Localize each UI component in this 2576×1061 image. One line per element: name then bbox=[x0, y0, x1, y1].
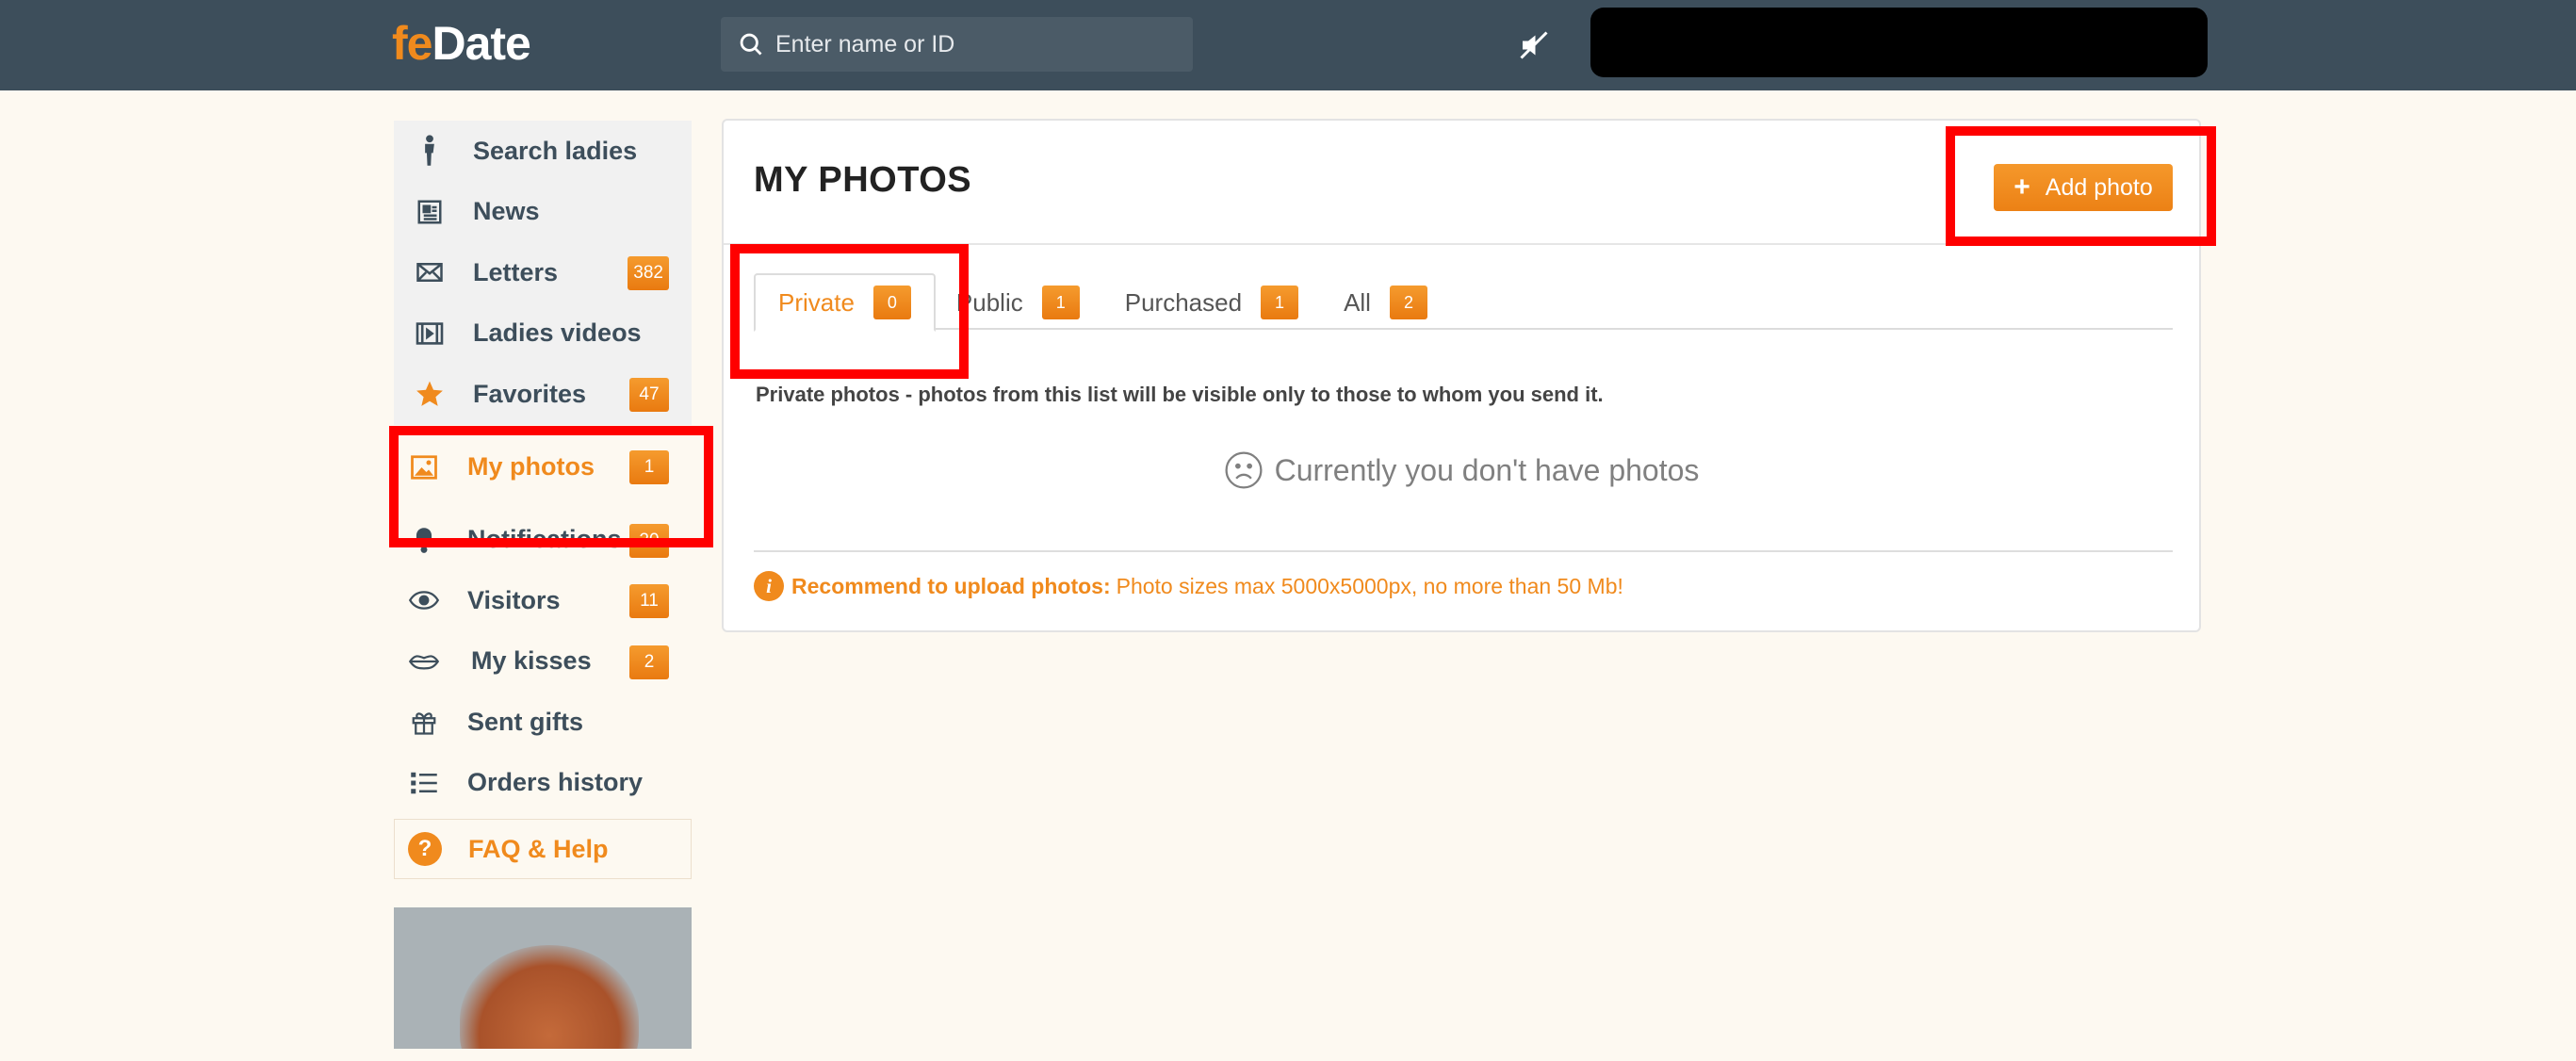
tab-private[interactable]: Private 0 bbox=[754, 273, 936, 332]
kisses-count-badge: 2 bbox=[629, 645, 669, 679]
sidebar-item-label: Visitors bbox=[467, 585, 561, 614]
tab-count-badge: 1 bbox=[1261, 286, 1299, 319]
bell-icon bbox=[407, 523, 441, 557]
header-divider bbox=[724, 243, 2199, 245]
tab-purchased[interactable]: Purchased 1 bbox=[1102, 273, 1321, 332]
sidebar-item-sent-gifts[interactable]: Sent gifts bbox=[394, 692, 692, 753]
image-icon bbox=[407, 450, 441, 484]
sidebar-item-search-ladies[interactable]: Search ladies bbox=[394, 121, 692, 182]
sidebar-item-news[interactable]: News bbox=[394, 182, 692, 243]
lips-icon bbox=[407, 645, 441, 678]
sidebar-item-visitors[interactable]: Visitors 11 bbox=[394, 570, 692, 631]
tab-label: All bbox=[1344, 287, 1371, 317]
upload-recommendation: i Recommend to upload photos: Photo size… bbox=[754, 571, 1623, 601]
tab-label: Public bbox=[955, 287, 1023, 317]
add-photo-button[interactable]: + Add photo bbox=[1994, 164, 2173, 211]
notifications-count-badge: 20 bbox=[629, 523, 669, 558]
sidebar-item-label: Favorites bbox=[473, 379, 587, 408]
tab-label: Private bbox=[778, 287, 855, 317]
sidebar-item-my-kisses[interactable]: My kisses 2 bbox=[394, 631, 692, 693]
sidebar-item-label: Letters bbox=[473, 257, 559, 286]
gift-icon bbox=[407, 705, 441, 739]
sidebar-item-label: Ladies videos bbox=[473, 318, 642, 348]
newspaper-icon bbox=[413, 195, 447, 229]
search-box[interactable] bbox=[721, 17, 1193, 72]
search-icon bbox=[740, 33, 762, 56]
promo-photo-hair bbox=[460, 945, 639, 1049]
person-icon bbox=[413, 134, 447, 168]
account-area-redacted bbox=[1590, 8, 2208, 77]
list-icon bbox=[407, 766, 441, 800]
info-icon: i bbox=[754, 571, 784, 601]
sidebar-item-label: Sent gifts bbox=[467, 707, 584, 736]
faq-help-label: FAQ & Help bbox=[468, 834, 609, 863]
fedate-logo[interactable]: feDate bbox=[392, 15, 531, 72]
promo-lady-photo[interactable] bbox=[394, 907, 692, 1049]
visitors-count-badge: 11 bbox=[629, 584, 669, 618]
sidebar-item-label: News bbox=[473, 197, 540, 226]
search-input[interactable] bbox=[775, 30, 1171, 58]
envelope-icon bbox=[413, 255, 447, 289]
sidebar-item-label: Search ladies bbox=[473, 136, 638, 165]
logo-date: Date bbox=[432, 17, 530, 70]
recommend-text: Photo sizes max 5000x5000px, no more tha… bbox=[1116, 573, 1623, 598]
empty-state: Currently you don't have photos bbox=[724, 450, 2199, 490]
tab-count-badge: 2 bbox=[1389, 286, 1427, 319]
sidebar-item-label: My kisses bbox=[471, 646, 592, 676]
my-photos-count-badge: 1 bbox=[629, 449, 669, 484]
sidebar-item-label: Orders history bbox=[467, 768, 644, 797]
sidebar-nav-bottom: My photos 1 Notifications 20 Visitors 11… bbox=[394, 424, 692, 814]
top-header: feDate bbox=[0, 0, 2576, 90]
sidebar-item-letters[interactable]: Letters 382 bbox=[394, 242, 692, 303]
question-circle-icon: ? bbox=[408, 832, 442, 866]
sidebar-nav-top: Search ladies News Letters 382 Ladies vi… bbox=[394, 121, 692, 425]
sidebar-item-notifications[interactable]: Notifications 20 bbox=[394, 510, 692, 571]
tab-count-badge: 1 bbox=[1041, 286, 1080, 319]
eye-icon bbox=[407, 583, 441, 617]
logo-fe: fe bbox=[392, 17, 432, 70]
sidebar-item-label: Notifications bbox=[467, 525, 622, 554]
tab-all[interactable]: All 2 bbox=[1321, 273, 1450, 332]
page-title: MY PHOTOS bbox=[754, 160, 972, 200]
film-icon bbox=[413, 317, 447, 351]
tab-count-badge: 0 bbox=[872, 286, 911, 319]
footer-divider bbox=[754, 550, 2173, 552]
sidebar-item-orders-history[interactable]: Orders history bbox=[394, 753, 692, 814]
faq-help-link[interactable]: ? FAQ & Help bbox=[394, 819, 692, 879]
sidebar-item-ladies-videos[interactable]: Ladies videos bbox=[394, 303, 692, 365]
plus-icon: + bbox=[2014, 171, 2030, 203]
favorites-count-badge: 47 bbox=[629, 378, 669, 412]
sidebar: Search ladies News Letters 382 Ladies vi… bbox=[394, 121, 692, 1049]
star-icon bbox=[413, 377, 447, 411]
sidebar-item-label: My photos bbox=[467, 452, 595, 481]
add-photo-label: Add photo bbox=[2045, 173, 2153, 201]
tab-description: Private photos - photos from this list w… bbox=[756, 383, 1604, 406]
empty-message: Currently you don't have photos bbox=[1274, 452, 1700, 487]
tab-label: Purchased bbox=[1124, 287, 1243, 317]
recommend-title: Recommend to upload photos: bbox=[791, 573, 1111, 598]
sad-face-icon bbox=[1225, 451, 1263, 489]
sidebar-item-my-photos[interactable]: My photos 1 bbox=[394, 424, 692, 510]
tab-public[interactable]: Public 1 bbox=[936, 273, 1102, 332]
sound-muted-icon[interactable] bbox=[1517, 28, 1551, 62]
my-photos-card: MY PHOTOS + Add photo Private 0 Public 1… bbox=[722, 119, 2201, 632]
sidebar-item-favorites[interactable]: Favorites 47 bbox=[394, 364, 692, 425]
photo-tabs: Private 0 Public 1 Purchased 1 All 2 bbox=[754, 273, 2173, 332]
letters-count-badge: 382 bbox=[628, 256, 669, 290]
